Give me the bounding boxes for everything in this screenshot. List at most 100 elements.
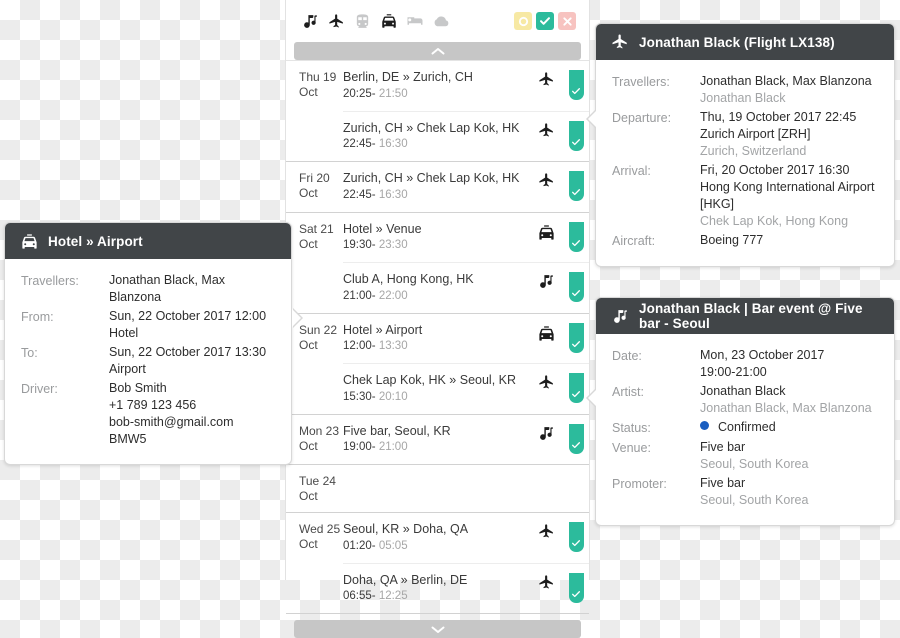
detail-value: Jonathan Black Jonathan Black, Max Blanzo…	[700, 383, 872, 417]
pending-filter-button[interactable]	[514, 12, 532, 30]
confirmed-filter-button[interactable]	[536, 12, 554, 30]
event-date: Fri 20 Oct	[299, 171, 330, 200]
flight-card-body: Travellers: Jonathan Black, Max Blanzona J…	[596, 60, 894, 266]
confirmed-tag	[568, 373, 584, 403]
event-date	[286, 363, 343, 380]
detail-value-line: Airport	[109, 362, 146, 376]
detail-label: Aircraft:	[612, 234, 656, 248]
event-status-badge[interactable]	[563, 522, 589, 552]
timeline-day-group: Fri 20 Oct Zurich, CH » Chek Lap Kok, HK 22…	[286, 162, 589, 213]
transfer-pointer	[292, 309, 301, 327]
timeline-event-row[interactable]: Sun 22 Oct Hotel » Airport 12:00- 13:30	[286, 314, 589, 364]
detail-value-line: Zurich, Switzerland	[700, 144, 807, 158]
event-status-badge[interactable]	[563, 423, 589, 454]
timeline-event-row[interactable]: Chek Lap Kok, HK » Seoul, KR 15:30- 20:10	[286, 363, 589, 414]
event-text: Hotel » Airport 12:00- 13:30	[343, 323, 529, 355]
airplane-icon	[529, 373, 563, 391]
airplane-icon[interactable]	[327, 12, 346, 31]
event-main: Seoul, KR » Doha, QA 01:20- 05:05	[343, 513, 589, 563]
music-note-icon[interactable]	[301, 12, 320, 31]
detail-label: To:	[21, 346, 38, 360]
confirmed-tag	[568, 272, 584, 302]
event-text: Berlin, DE » Zurich, CH 20:25- 21:50	[343, 70, 529, 102]
timeline-event-row[interactable]: Mon 23 Oct Five bar, Seoul, KR 19:00- 21:00	[286, 415, 589, 465]
detail-value-line: 19:00-21:00	[700, 365, 767, 379]
detail-row: Status: Confirmed	[612, 419, 878, 437]
detail-value-line: Jonathan Black, Max Blanzona	[700, 74, 872, 88]
event-status-badge[interactable]	[563, 272, 589, 302]
detail-value: Jonathan Black, Max Blanzona	[109, 272, 275, 306]
status-filter-group	[514, 12, 576, 30]
airplane-icon	[610, 33, 630, 51]
detail-row: Travellers: Jonathan Black, Max Blanzona	[21, 272, 275, 306]
event-text: Zurich, CH » Chek Lap Kok, HK 22:45- 16:3…	[343, 121, 529, 153]
detail-label: Arrival:	[612, 164, 651, 178]
event-status-badge[interactable]	[563, 322, 589, 353]
timeline-event-row[interactable]: Sat 21 Oct Hotel » Venue 19:30- 23:30	[286, 213, 589, 263]
event-title: Hotel » Venue	[343, 221, 422, 236]
transfer-card-title: Hotel » Airport	[48, 233, 143, 249]
event-status-badge[interactable]	[563, 572, 589, 603]
detail-value-line: Hong Kong International Airport [HKG]	[700, 180, 875, 211]
taxi-icon[interactable]	[379, 12, 398, 31]
event-date	[286, 262, 343, 279]
event-time: 20:25- 21:50	[343, 87, 408, 100]
event-text: Club A, Hong Kong, HK 21:00- 22:00	[343, 272, 529, 304]
event-main: Berlin, DE » Zurich, CH 20:25- 21:50	[343, 61, 589, 111]
timeline-event-list: Thu 19 Oct Berlin, DE » Zurich, CH 20:25- 2…	[286, 60, 589, 614]
airplane-icon	[529, 522, 563, 540]
event-status-badge[interactable]	[563, 171, 589, 201]
cancelled-filter-button[interactable]	[558, 12, 576, 30]
detail-row: Venue: Five bar Seoul, South Korea	[612, 439, 878, 473]
detail-value-line: +1 789 123 456	[109, 398, 197, 412]
detail-value-line: bob-smith@gmail.com	[109, 415, 234, 429]
detail-value-line: Five bar	[700, 476, 746, 490]
confirmed-tag	[568, 70, 584, 100]
detail-label: Departure:	[612, 111, 672, 125]
detail-row: Departure: Thu, 19 October 2017 22:45 Zuri…	[612, 109, 878, 160]
timeline-event-row[interactable]: Club A, Hong Kong, HK 21:00- 22:00	[286, 262, 589, 313]
flight-card-header: Jonathan Black (Flight LX138)	[596, 24, 894, 60]
timeline-event-row[interactable]: Tue 24 Oct	[286, 465, 589, 512]
detail-value-line: Jonathan Black, Max Blanzona	[700, 401, 872, 415]
detail-value-line: Mon, 23 October 2017	[700, 348, 825, 362]
event-detail-card: Jonathan Black | Bar event @ Five bar - …	[586, 297, 895, 526]
transfer-detail-card: Hotel » Airport Travellers: Jonathan Blac…	[4, 222, 303, 465]
taxi-icon	[529, 222, 563, 242]
timeline-event-row[interactable]: Wed 25 Oct Seoul, KR » Doha, QA 01:20- 05:0…	[286, 513, 589, 563]
detail-value-line: BMW5	[109, 432, 147, 446]
status-indicator-dot	[700, 421, 709, 430]
detail-row: Aircraft: Boeing 777	[612, 232, 878, 250]
train-icon[interactable]	[353, 12, 372, 31]
timeline-event-row[interactable]: Zurich, CH » Chek Lap Kok, HK 22:45- 16:3…	[286, 110, 589, 162]
event-title: Hotel » Airport	[343, 322, 423, 337]
scroll-down-button[interactable]	[294, 620, 581, 638]
detail-value-line: Thu, 19 October 2017 22:45	[700, 110, 857, 124]
detail-value: Thu, 19 October 2017 22:45 Zurich Airport…	[700, 109, 856, 160]
detail-value-line: Boeing 777	[700, 233, 764, 247]
detail-row: To: Sun, 22 October 2017 13:30 Airport	[21, 344, 275, 378]
detail-label: Date:	[612, 349, 642, 363]
event-status-badge[interactable]	[563, 70, 589, 100]
detail-value-line: Jonathan Black	[700, 384, 786, 398]
event-time: 15:30- 20:10	[343, 390, 408, 403]
cloud-icon[interactable]	[431, 12, 450, 31]
detail-value: Jonathan Black, Max Blanzona Jonathan Bla…	[700, 73, 872, 107]
event-status-badge[interactable]	[563, 221, 589, 252]
detail-label: Artist:	[612, 385, 644, 399]
scroll-up-button[interactable]	[294, 42, 581, 60]
detail-label: Status:	[612, 421, 651, 435]
bed-icon[interactable]	[405, 12, 424, 31]
event-main: Club A, Hong Kong, HK 21:00- 22:00	[343, 262, 589, 313]
timeline-event-row[interactable]: Fri 20 Oct Zurich, CH » Chek Lap Kok, HK 22…	[286, 162, 589, 212]
event-title: Five bar, Seoul, KR	[343, 423, 451, 438]
event-main: Chek Lap Kok, HK » Seoul, KR 15:30- 20:10	[343, 363, 589, 414]
detail-row: Date: Mon, 23 October 2017 19:00-21:00	[612, 347, 878, 381]
detail-label: Venue:	[612, 441, 651, 455]
timeline-event-row[interactable]: Doha, QA » Berlin, DE 06:55- 12:25	[286, 562, 589, 614]
event-title: Doha, QA » Berlin, DE	[343, 572, 468, 587]
detail-value-line: Bob Smith	[109, 381, 167, 395]
timeline-day-group: Tue 24 Oct	[286, 465, 589, 513]
timeline-event-row[interactable]: Thu 19 Oct Berlin, DE » Zurich, CH 20:25- 2…	[286, 61, 589, 111]
event-main: Hotel » Venue 19:30- 23:30	[343, 213, 589, 263]
